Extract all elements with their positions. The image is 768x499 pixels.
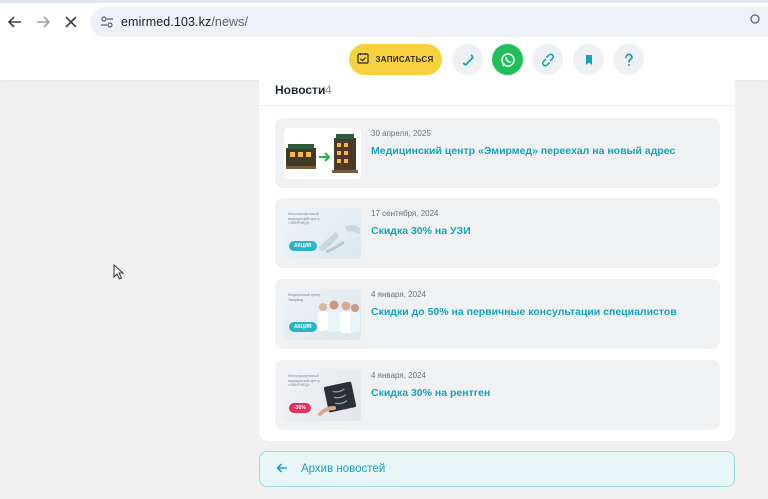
news-item[interactable]: 30 апреля, 2025 Медицинский центр «Эмирм… (275, 118, 720, 188)
site-header: ЗАПИСАТЬСЯ (0, 40, 768, 80)
site-info-icon[interactable] (100, 15, 114, 29)
news-header: Новости 4 (259, 80, 735, 106)
doctors-promo-image[interactable]: Медицинский центр Эмирмед АКЦИЯ (284, 289, 361, 340)
ultrasound-promo-image[interactable]: Многопрофильный медицинский центр «ЭМИРМ… (284, 208, 361, 259)
relocation-image[interactable] (284, 128, 361, 179)
news-title-link[interactable]: Скидка 30% на рентген (371, 387, 490, 399)
zoom-icon[interactable] (750, 14, 762, 29)
news-date: 30 апреля, 2025 (371, 129, 431, 138)
page-title: Новости (275, 83, 326, 97)
promo-badge: -30% (289, 403, 311, 413)
stop-loading-icon[interactable] (60, 11, 82, 33)
mouse-cursor-icon (113, 263, 125, 285)
promo-badge: АКЦИЯ (289, 322, 317, 332)
promo-badge: АКЦИЯ (289, 241, 317, 251)
bookmark-icon[interactable] (573, 44, 604, 75)
calendar-check-icon (357, 51, 370, 69)
link-icon[interactable] (532, 44, 563, 75)
news-date: 4 января, 2024 (371, 371, 426, 380)
news-item[interactable]: Многопрофильный медицинский центр «ЭМИРМ… (275, 360, 720, 430)
news-item[interactable]: Многопрофильный медицинский центр «ЭМИРМ… (275, 198, 720, 268)
url-path: /news/ (211, 15, 249, 29)
news-item[interactable]: Медицинский центр Эмирмед АКЦИЯ 4 января… (275, 279, 720, 349)
news-card: Новости 4 30 апреля, 2025 Медицинский це… (259, 80, 735, 441)
news-title-link[interactable]: Медицинский центр «Эмирмед» переехал на … (371, 145, 675, 157)
news-archive-label: Архив новостей (301, 463, 386, 475)
xray-promo-image[interactable]: Многопрофильный медицинский центр «ЭМИРМ… (284, 370, 361, 421)
arrow-left-icon (276, 461, 288, 477)
book-appointment-label: ЗАПИСАТЬСЯ (375, 55, 434, 64)
news-title-link[interactable]: Скидка 30% на УЗИ (371, 225, 471, 237)
news-count: 4 (325, 83, 332, 97)
news-title-link[interactable]: Скидки до 50% на первичные консультации … (371, 306, 677, 318)
browser-toolbar: emirmed.103.kz/news/ (0, 0, 768, 40)
news-date: 4 января, 2024 (371, 290, 426, 299)
book-appointment-button[interactable]: ЗАПИСАТЬСЯ (349, 44, 442, 75)
url-text: emirmed.103.kz/news/ (121, 15, 248, 29)
news-date: 17 сентября, 2024 (371, 209, 439, 218)
forward-arrow-icon[interactable] (32, 11, 54, 33)
phone-icon[interactable] (452, 44, 483, 75)
url-host: emirmed.103.kz (121, 15, 212, 29)
whatsapp-icon[interactable] (492, 44, 523, 75)
address-bar[interactable]: emirmed.103.kz/news/ (90, 7, 768, 37)
back-arrow-icon[interactable] (4, 11, 26, 33)
help-icon[interactable] (613, 44, 644, 75)
news-archive-button[interactable]: Архив новостей (259, 451, 735, 487)
